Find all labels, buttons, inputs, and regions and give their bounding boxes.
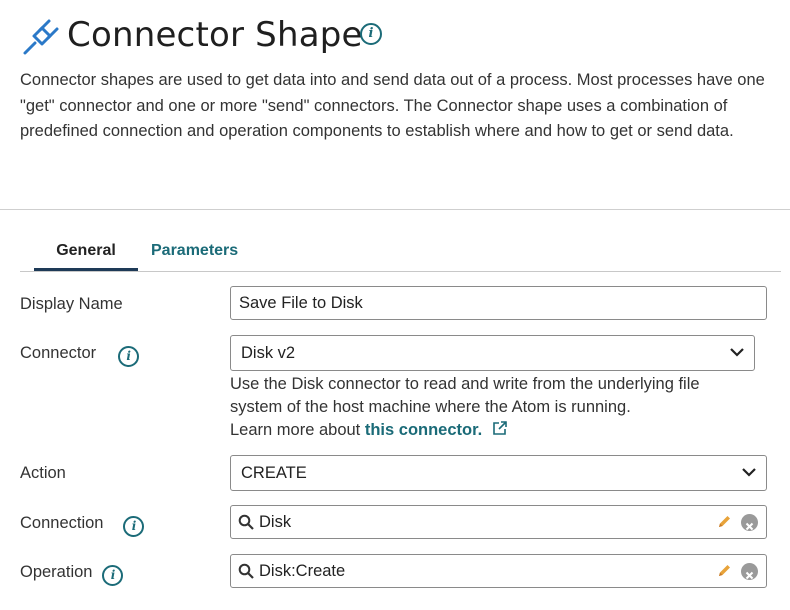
- display-name-label: Display Name: [20, 295, 123, 313]
- search-icon: [238, 514, 254, 530]
- page-title: Connector Shape: [67, 15, 363, 55]
- header-divider: [0, 209, 790, 210]
- chevron-down-icon: [742, 468, 756, 477]
- connector-help-line: Use the Disk connector to read and write…: [230, 375, 700, 393]
- tab-parameters[interactable]: Parameters: [151, 240, 238, 270]
- plug-icon: [23, 19, 59, 55]
- chevron-down-icon: [730, 348, 744, 357]
- action-select[interactable]: CREATE: [230, 455, 767, 491]
- external-link-icon[interactable]: [491, 420, 508, 437]
- connector-help-text: Use the Disk connector to read and write…: [230, 373, 770, 442]
- clear-icon[interactable]: [741, 563, 758, 580]
- pencil-icon[interactable]: [717, 563, 732, 578]
- connection-lookup[interactable]: Disk: [230, 505, 767, 539]
- connector-select-value: Disk v2: [241, 344, 296, 362]
- pencil-icon[interactable]: [717, 514, 732, 529]
- page-description: Connector shapes are used to get data in…: [20, 71, 765, 140]
- connection-label: Connection i: [20, 511, 145, 537]
- clear-icon[interactable]: [741, 514, 758, 531]
- tab-general[interactable]: General: [34, 240, 138, 271]
- connector-info-icon[interactable]: i: [118, 346, 140, 367]
- operation-value: Disk:Create: [259, 562, 346, 580]
- action-select-value: CREATE: [241, 464, 307, 482]
- tab-divider: [20, 271, 781, 272]
- operation-lookup[interactable]: Disk:Create: [230, 554, 767, 588]
- operation-info-icon[interactable]: i: [102, 565, 124, 586]
- learn-more-prefix: Learn more about: [230, 421, 365, 439]
- connector-help-line: system of the host machine where the Ato…: [230, 398, 631, 416]
- connection-value: Disk: [259, 513, 292, 531]
- operation-label: Operation i: [20, 560, 124, 586]
- info-icon[interactable]: i: [360, 23, 382, 45]
- action-label: Action: [20, 464, 66, 482]
- display-name-input[interactable]: Save File to Disk: [230, 286, 767, 320]
- connection-info-icon[interactable]: i: [123, 516, 145, 537]
- connector-select[interactable]: Disk v2: [230, 335, 755, 371]
- search-icon: [238, 563, 254, 579]
- learn-more-link[interactable]: this connector.: [365, 421, 482, 439]
- connector-label: Connector i: [20, 341, 140, 367]
